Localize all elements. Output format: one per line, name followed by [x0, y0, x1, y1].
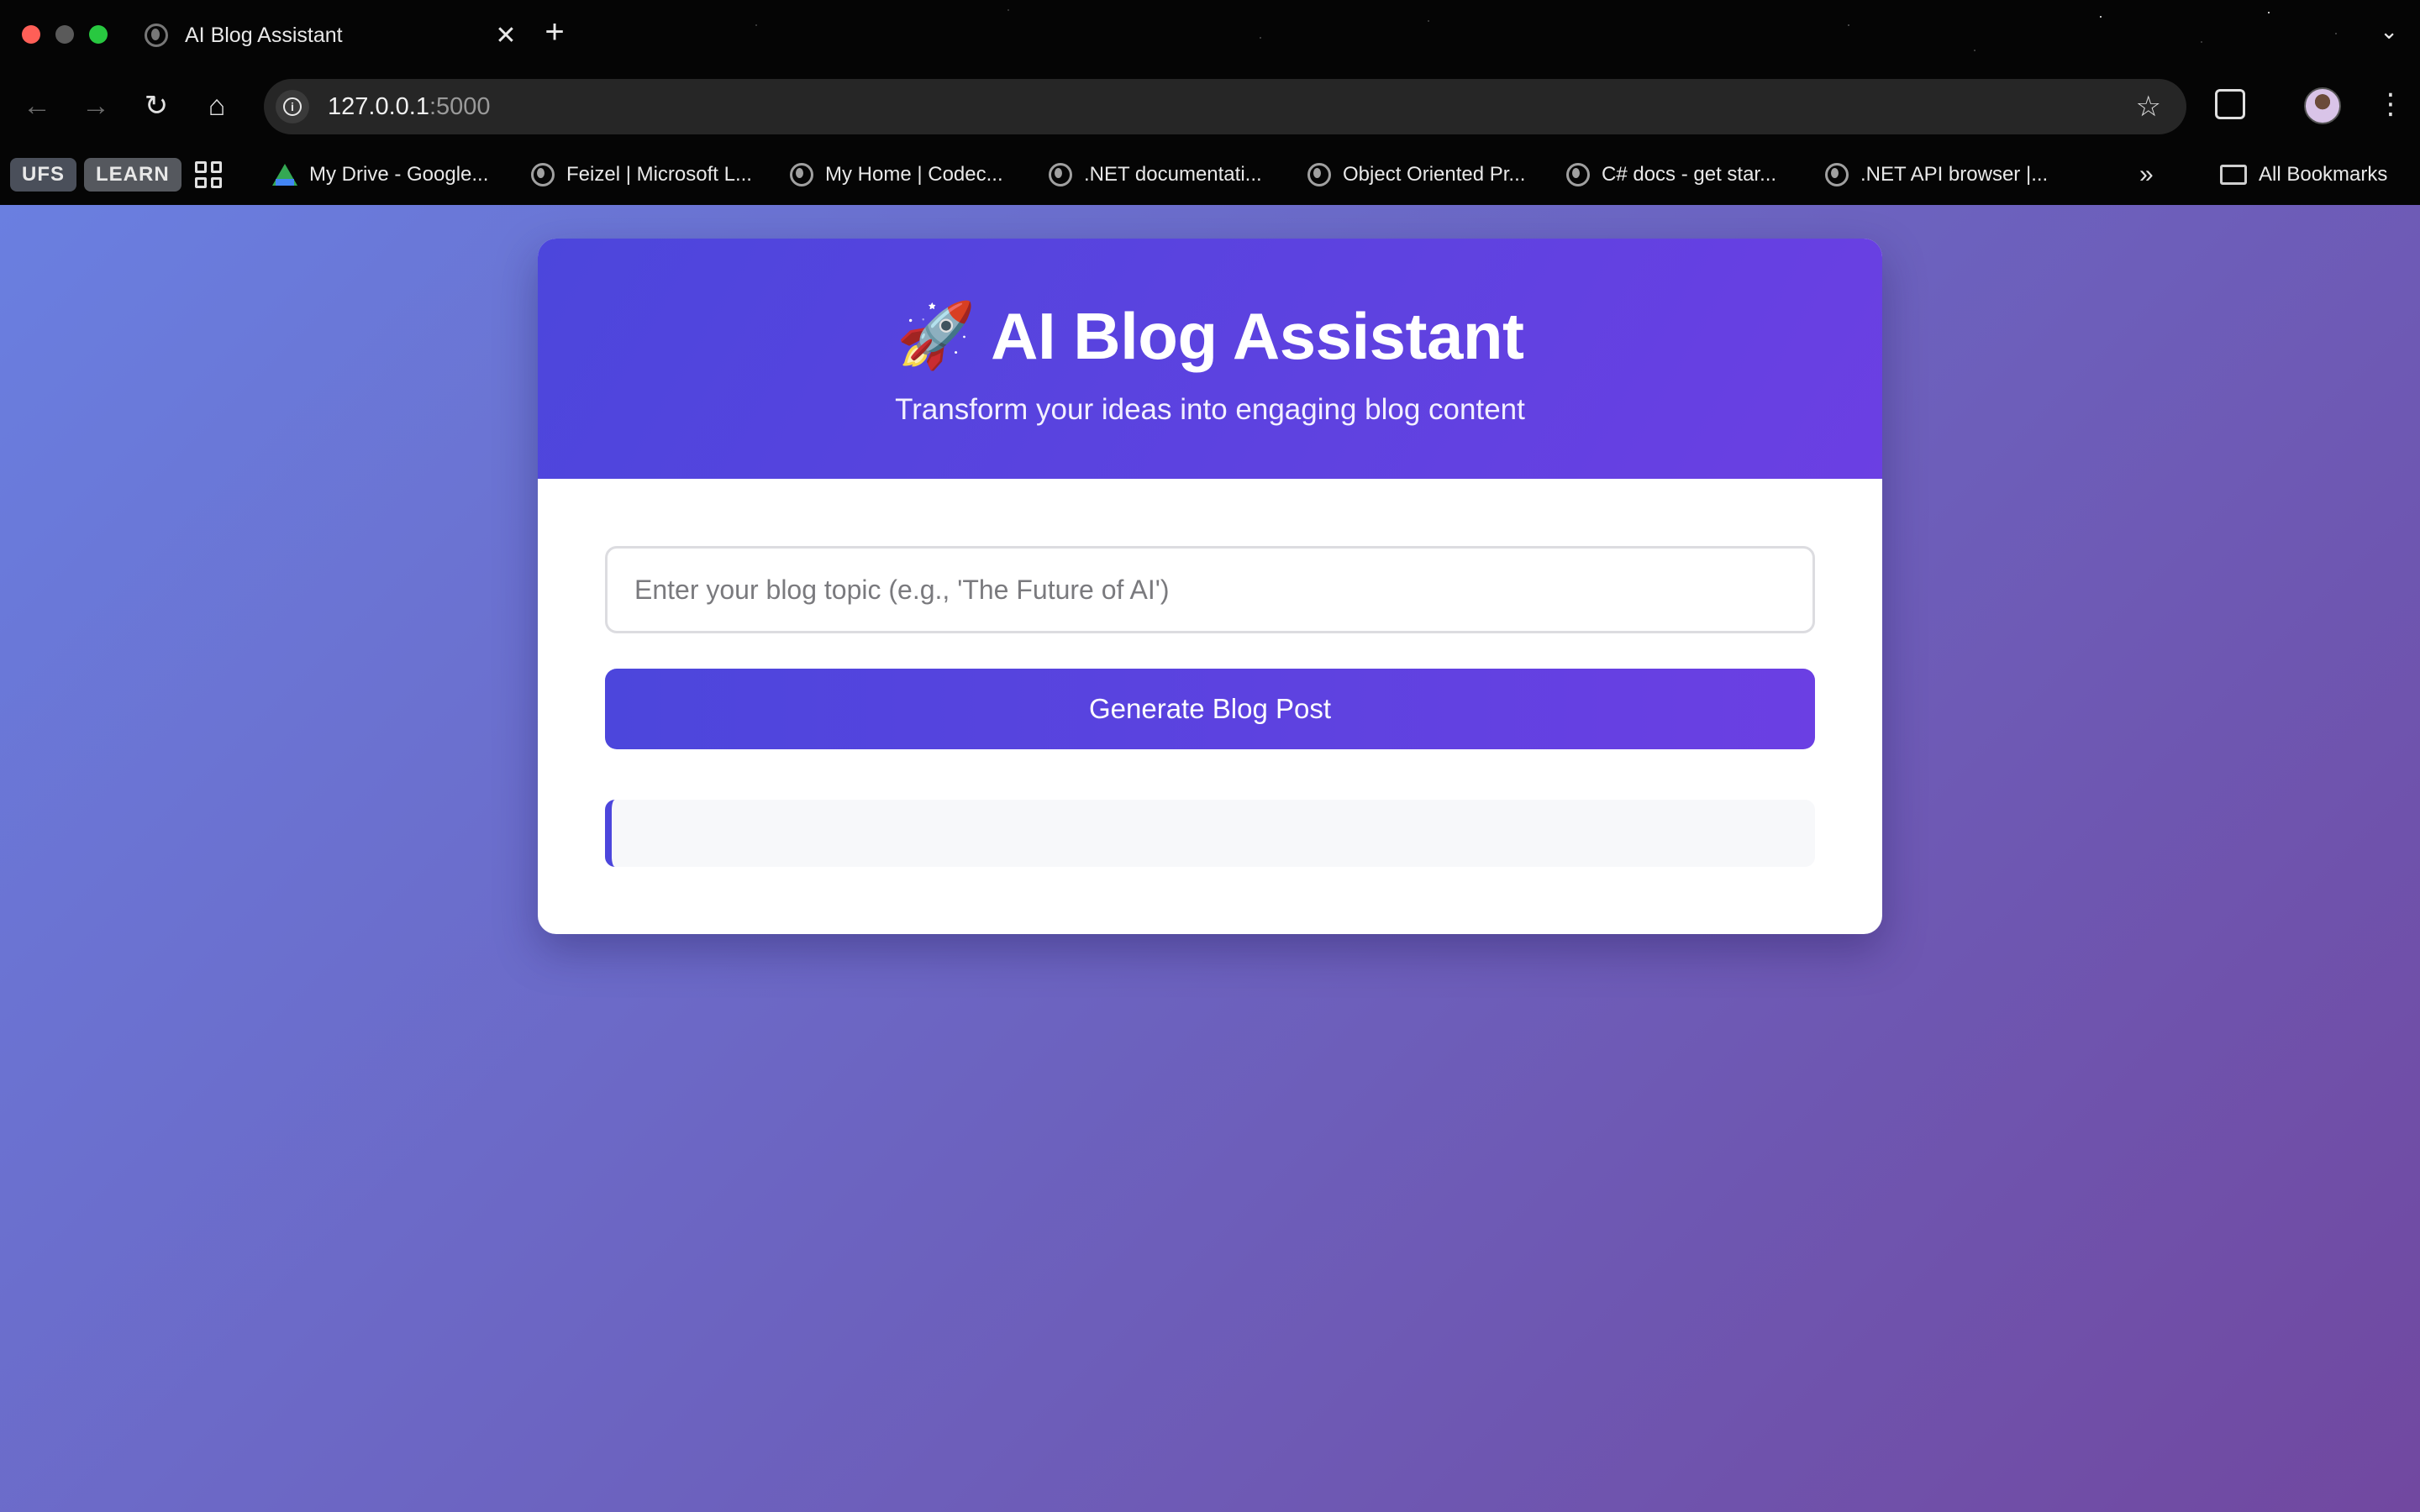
- title-row: 🚀 AI Blog Assistant: [896, 298, 1525, 375]
- globe-icon: [790, 163, 813, 186]
- bookmark-codecademy[interactable]: My Home | Codec...: [790, 163, 1003, 186]
- url-text[interactable]: 127.0.0.1:5000: [328, 93, 2136, 121]
- bookmark-csharp-docs[interactable]: C# docs - get star...: [1566, 163, 1776, 186]
- home-button[interactable]: ⌂: [198, 87, 235, 124]
- bookmark-label: C# docs - get star...: [1602, 163, 1777, 186]
- blog-topic-input[interactable]: [605, 546, 1815, 633]
- browser-tab[interactable]: AI Blog Assistant ✕: [134, 12, 521, 59]
- new-tab-button[interactable]: +: [538, 13, 571, 50]
- bookmark-oop[interactable]: Object Oriented Pr...: [1307, 163, 1525, 186]
- bookmark-label: .NET documentati...: [1084, 163, 1262, 186]
- bookmark-label: Object Oriented Pr...: [1343, 163, 1526, 186]
- bookmark-star-icon[interactable]: ☆: [2136, 90, 2161, 123]
- google-drive-icon: [272, 164, 297, 186]
- bookmark-my-drive[interactable]: My Drive - Google...: [272, 163, 488, 186]
- bookmark-label: My Drive - Google...: [309, 163, 489, 186]
- bookmark-folder-learn[interactable]: LEARN: [84, 158, 182, 192]
- info-icon: i: [283, 97, 302, 116]
- bookmark-microsoft-learn[interactable]: Feizel | Microsoft L...: [531, 163, 752, 186]
- close-window-button[interactable]: [22, 25, 40, 44]
- generate-blog-post-button[interactable]: Generate Blog Post: [605, 669, 1815, 749]
- url-port: :5000: [429, 92, 491, 120]
- blog-output-panel: [605, 800, 1815, 867]
- tab-title: AI Blog Assistant: [185, 23, 343, 47]
- all-bookmarks-label: All Bookmarks: [2259, 163, 2388, 186]
- tab-search-icon[interactable]: ⌄: [2380, 18, 2398, 45]
- address-bar[interactable]: i 127.0.0.1:5000 ☆: [264, 79, 2186, 134]
- globe-icon: [1307, 163, 1331, 186]
- all-bookmarks-button[interactable]: All Bookmarks: [2220, 163, 2387, 186]
- bookmark-folder-ufs[interactable]: UFS: [10, 158, 76, 192]
- app-card: 🚀 AI Blog Assistant Transform your ideas…: [538, 239, 1882, 934]
- profile-avatar[interactable]: [2304, 87, 2341, 124]
- page-title: AI Blog Assistant: [991, 298, 1524, 373]
- bookmark-label: My Home | Codec...: [825, 163, 1003, 186]
- globe-icon: [1825, 163, 1849, 186]
- reload-button[interactable]: ↻: [138, 87, 175, 124]
- url-host: 127.0.0.1: [328, 92, 429, 120]
- bookmark-label: Feizel | Microsoft L...: [566, 163, 752, 186]
- page-subtitle: Transform your ideas into engaging blog …: [895, 392, 1525, 426]
- bookmark-dotnet-docs[interactable]: .NET documentati...: [1049, 163, 1262, 186]
- bookmark-label: .NET API browser |...: [1860, 163, 2049, 186]
- globe-icon: [1049, 163, 1072, 186]
- globe-icon: [1566, 163, 1590, 186]
- minimize-window-button[interactable]: [55, 25, 74, 44]
- rocket-icon: 🚀: [896, 300, 976, 371]
- more-bookmarks-icon[interactable]: »: [2139, 160, 2154, 189]
- forward-button[interactable]: →: [77, 87, 114, 124]
- page-viewport: 🚀 AI Blog Assistant Transform your ideas…: [0, 205, 2420, 1512]
- browser-chrome: AI Blog Assistant ✕ + ⌄ ← → ↻ ⌂ i 127.0.…: [0, 0, 2420, 205]
- extensions-icon[interactable]: [2215, 89, 2245, 119]
- site-info-button[interactable]: i: [276, 90, 309, 123]
- globe-icon: [531, 163, 555, 186]
- globe-icon: [145, 24, 168, 47]
- app-body: Generate Blog Post: [538, 479, 1882, 867]
- app-header: 🚀 AI Blog Assistant Transform your ideas…: [538, 239, 1882, 479]
- maximize-window-button[interactable]: [89, 25, 108, 44]
- folder-icon: [2220, 165, 2247, 185]
- close-tab-icon[interactable]: ✕: [491, 21, 521, 50]
- apps-grid-icon[interactable]: [195, 161, 222, 188]
- back-button[interactable]: ←: [18, 87, 55, 124]
- browser-menu-icon[interactable]: ⋮: [2376, 87, 2405, 121]
- bookmarks-bar: UFS LEARN My Drive - Google... Feizel | …: [0, 151, 2420, 198]
- bookmark-dotnet-api-browser[interactable]: .NET API browser |...: [1825, 163, 2048, 186]
